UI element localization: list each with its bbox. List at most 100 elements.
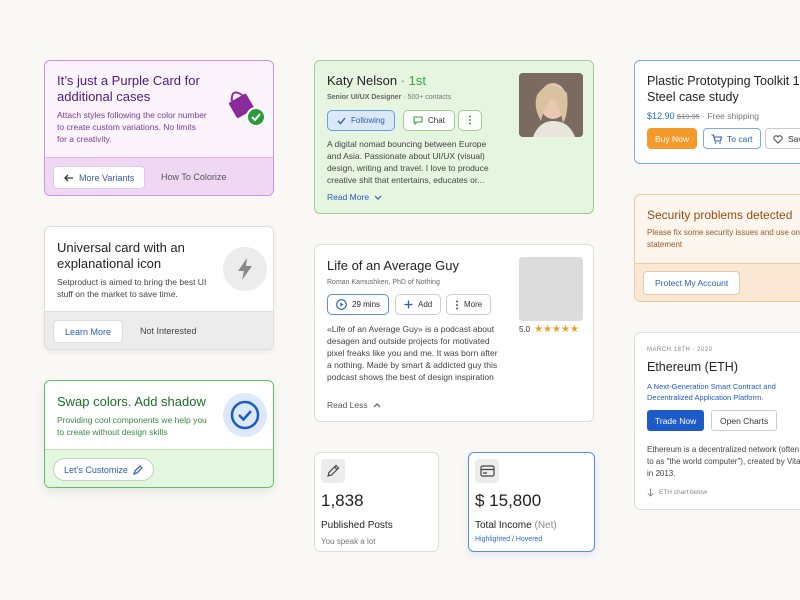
eth-chart-label: ETH chart below bbox=[659, 489, 708, 496]
security-card-footer: Protect My Account bbox=[635, 263, 800, 301]
following-button[interactable]: Following bbox=[327, 110, 395, 131]
posts-subtext: You speak a lot bbox=[321, 537, 376, 546]
posts-value: 1,838 bbox=[321, 491, 364, 510]
universal-card-title: Universal card with an explanational ico… bbox=[57, 240, 185, 271]
profile-photo bbox=[519, 73, 583, 137]
not-interested-button[interactable]: Not Interested bbox=[140, 326, 197, 336]
learn-more-button[interactable]: Learn More bbox=[53, 320, 124, 343]
more-variants-button[interactable]: More Variants bbox=[53, 166, 146, 189]
chevron-up-icon bbox=[373, 400, 381, 410]
duration-label: 29 mins bbox=[352, 300, 381, 309]
product-old-price: $19.95 bbox=[676, 112, 700, 121]
add-button[interactable]: Add bbox=[395, 294, 442, 315]
heart-icon bbox=[773, 133, 783, 144]
trade-now-button[interactable]: Trade Now bbox=[647, 410, 705, 431]
podcast-title: Life of an Average Guy bbox=[327, 258, 460, 273]
lets-customize-label: Let’s Customize bbox=[64, 464, 128, 475]
lightning-icon bbox=[223, 247, 267, 291]
income-subtext: Highlighted / Hovered bbox=[475, 536, 543, 543]
podcast-more-button[interactable]: More bbox=[446, 294, 492, 315]
purple-card-footer: More Variants How To Colorize bbox=[45, 157, 273, 195]
paint-bucket-icon bbox=[223, 85, 267, 129]
open-charts-button[interactable]: Open Charts bbox=[711, 410, 778, 431]
more-label: More bbox=[464, 300, 483, 309]
chat-icon bbox=[413, 116, 423, 126]
green-card-footer: Let’s Customize bbox=[45, 449, 273, 487]
read-less-label: Read Less bbox=[327, 400, 368, 410]
security-title: Security problems detected bbox=[647, 208, 793, 222]
posts-label: Published Posts bbox=[321, 520, 393, 531]
cart-icon bbox=[711, 133, 722, 144]
profile-name-line: Katy Nelson · 1st bbox=[327, 73, 426, 88]
read-more-link[interactable]: Read More bbox=[327, 192, 382, 202]
to-cart-button[interactable]: To cart bbox=[703, 128, 761, 149]
ethereum-tagline: A Next-Generation Smart Contract and Dec… bbox=[647, 382, 776, 402]
podcast-card: Life of an Average Guy Roman Kamushken, … bbox=[314, 244, 594, 422]
security-card: Security problems detected Please fix so… bbox=[634, 194, 800, 302]
chat-label: Chat bbox=[428, 116, 445, 125]
lets-customize-button[interactable]: Let’s Customize bbox=[53, 458, 154, 481]
buy-now-button[interactable]: Buy Now bbox=[647, 128, 698, 149]
profile-bio: A digital nomad bouncing between Europe … bbox=[327, 139, 489, 185]
profile-role: Senior UI/UX Designer bbox=[327, 94, 402, 101]
pencil-icon bbox=[132, 464, 143, 475]
universal-card-description: Setproduct is aimed to bring the best UI… bbox=[57, 277, 207, 299]
green-card: Swap colors. Add shadow Providing cool c… bbox=[44, 380, 274, 488]
purple-card-title: It’s just a Purple Card for additional c… bbox=[57, 73, 200, 104]
save-button[interactable]: Save bbox=[765, 128, 800, 149]
save-label: Save bbox=[788, 133, 800, 144]
play-duration-button[interactable]: 29 mins bbox=[327, 294, 390, 315]
income-value: $ 15,800 bbox=[475, 491, 542, 510]
add-label: Add bbox=[418, 300, 433, 309]
purple-card-description: Attach styles following the color number… bbox=[57, 110, 207, 144]
income-stat-card[interactable]: $ 15,800 Total Income (Net) Highlighted … bbox=[468, 452, 595, 552]
ethereum-title: Ethereum (ETH) bbox=[647, 360, 738, 374]
podcast-rating: 5.0 ★★★★★ bbox=[519, 324, 579, 335]
read-more-label: Read More bbox=[327, 192, 370, 202]
profile-role-line: Senior UI/UX Designer · 500+ contacts bbox=[327, 94, 451, 101]
chat-button[interactable]: Chat bbox=[403, 110, 455, 131]
product-card: Plastic Prototyping Toolkit 150mm Steel … bbox=[634, 60, 800, 164]
green-card-title: Swap colors. Add shadow bbox=[57, 394, 206, 409]
following-label: Following bbox=[351, 116, 385, 125]
chevron-down-icon bbox=[374, 192, 382, 202]
arrow-left-icon bbox=[64, 173, 74, 183]
profile-more-button[interactable] bbox=[458, 110, 482, 131]
more-vertical-icon bbox=[468, 112, 472, 130]
pen-icon bbox=[321, 459, 345, 483]
universal-card: Universal card with an explanational ico… bbox=[44, 226, 274, 350]
podcast-description: «Life of an Average Guy» is a podcast ab… bbox=[327, 324, 498, 382]
podcast-thumbnail bbox=[519, 257, 583, 321]
security-description: Please fix some security issues and use … bbox=[647, 228, 800, 249]
product-price-line: $12.90 $19.95 · Free shipping bbox=[647, 111, 759, 121]
income-label-line: Total Income (Net) bbox=[475, 520, 557, 531]
ethereum-description: Ethereum is a decentralized network (oft… bbox=[647, 445, 800, 478]
income-label: Total Income bbox=[475, 520, 532, 531]
connection-degree: · 1st bbox=[400, 73, 427, 88]
universal-card-footer: Learn More Not Interested bbox=[45, 311, 273, 349]
more-vertical-icon bbox=[455, 300, 459, 310]
star-icons: ★★★★★ bbox=[534, 324, 579, 335]
how-to-colorize-button[interactable]: How To Colorize bbox=[161, 172, 226, 182]
income-label-suffix: (Net) bbox=[534, 520, 557, 531]
profile-card: Katy Nelson · 1st Senior UI/UX Designer … bbox=[314, 60, 594, 214]
credit-card-icon bbox=[475, 459, 499, 483]
profile-contacts: · 500+ contacts bbox=[403, 94, 452, 101]
posts-stat-card[interactable]: 1,838 Published Posts You speak a lot bbox=[314, 452, 439, 552]
profile-name: Katy Nelson bbox=[327, 73, 398, 88]
read-less-link[interactable]: Read Less bbox=[327, 400, 381, 410]
ethereum-card: MARCH 18TH · 2020 Ethereum (ETH) A Next-… bbox=[634, 332, 800, 510]
arrow-down-icon bbox=[647, 488, 654, 497]
to-cart-label: To cart bbox=[727, 133, 753, 144]
play-icon bbox=[336, 299, 347, 310]
check-icon bbox=[337, 116, 346, 125]
product-title: Plastic Prototyping Toolkit 150mm Steel … bbox=[647, 74, 800, 104]
eth-chart-link[interactable]: ETH chart below bbox=[647, 488, 707, 497]
ethereum-date: MARCH 18TH · 2020 bbox=[647, 347, 713, 353]
podcast-author: Roman Kamushken, PhD of Nothing bbox=[327, 279, 440, 286]
product-shipping: · Free shipping bbox=[702, 111, 759, 121]
purple-card: It’s just a Purple Card for additional c… bbox=[44, 60, 274, 196]
green-card-description: Providing cool components we help you to… bbox=[57, 415, 207, 437]
protect-account-button[interactable]: Protect My Account bbox=[643, 271, 741, 295]
product-price: $12.90 bbox=[647, 111, 675, 121]
